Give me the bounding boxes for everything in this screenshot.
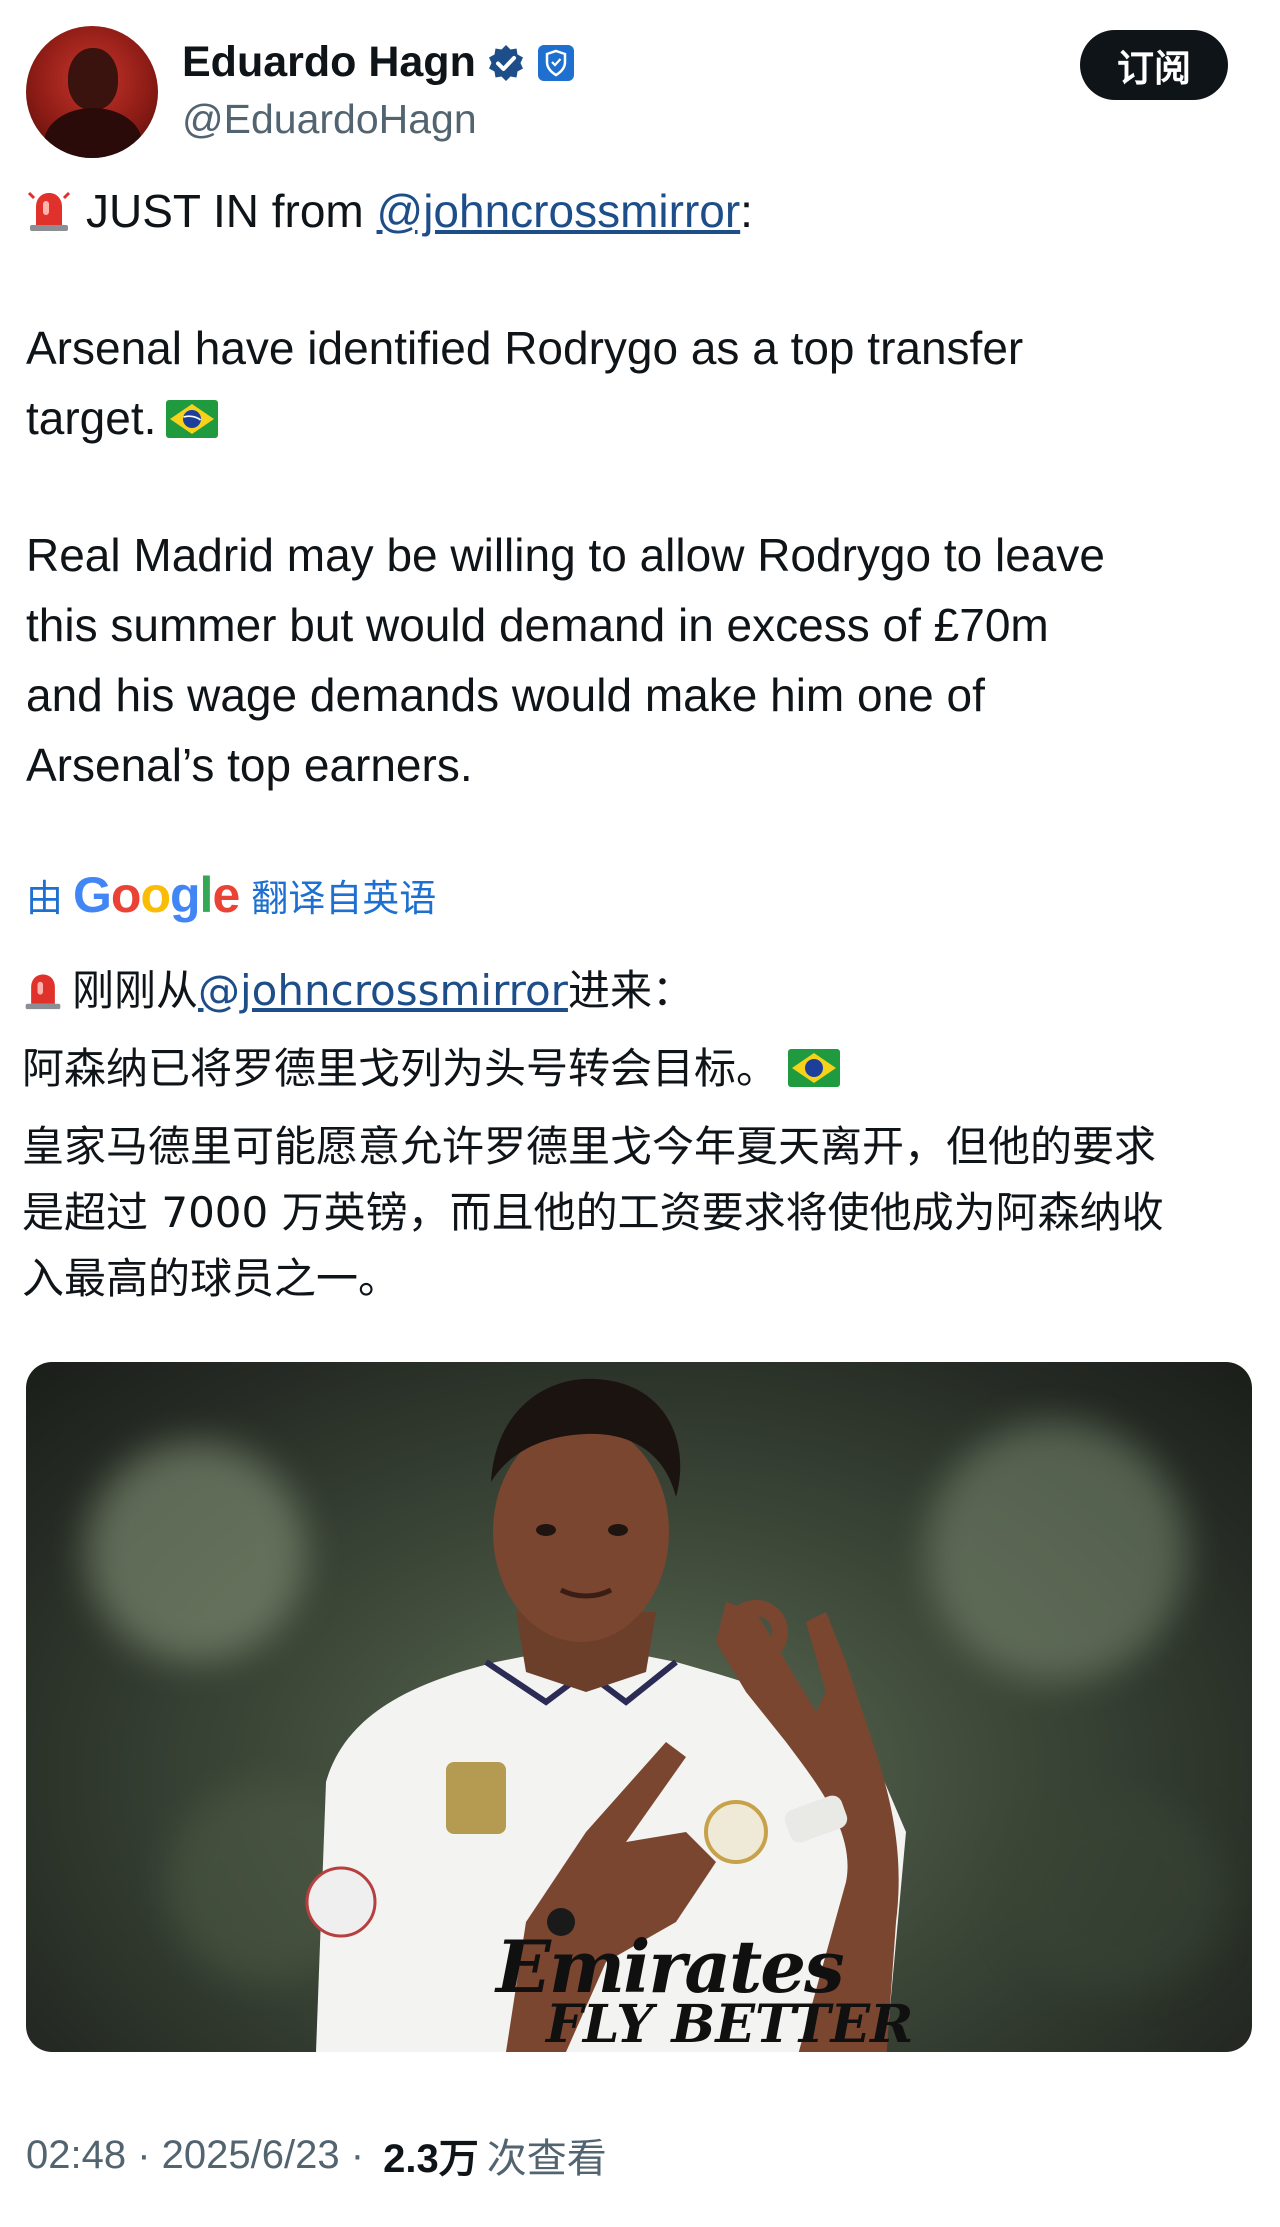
author-handle[interactable]: @EduardoHagn bbox=[182, 96, 477, 143]
translated-by-label: 由 bbox=[26, 878, 63, 919]
tweet-para3-line3: and his wage demands would make him one … bbox=[26, 669, 985, 721]
shield-badge-icon bbox=[536, 43, 576, 83]
translation-attribution[interactable]: 由 Google 翻译自英语 bbox=[26, 866, 436, 924]
tweet-para2-line1: Arsenal have identified Rodrygo as a top… bbox=[26, 322, 1024, 374]
tweet-line-1-suffix: : bbox=[740, 185, 753, 237]
siren-icon bbox=[26, 182, 72, 231]
avatar[interactable] bbox=[26, 26, 158, 158]
siren-icon bbox=[22, 964, 64, 1010]
display-name[interactable]: Eduardo Hagn bbox=[182, 38, 476, 87]
translated-from-label: 翻译自英语 bbox=[251, 878, 437, 919]
verified-badge-icon bbox=[486, 43, 526, 83]
translation-mention-link[interactable]: @johncrossmirror bbox=[198, 966, 568, 1015]
view-count: 2.3万 bbox=[383, 2137, 479, 2181]
meta-separator: · bbox=[126, 2132, 162, 2177]
subscribe-button[interactable]: 订阅 bbox=[1080, 30, 1228, 100]
shirt-sponsor-tagline: FLY BETTER bbox=[546, 1994, 914, 2052]
tweet-paragraph-3: Real Madrid may be willing to allow Rodr… bbox=[26, 520, 1246, 800]
tweet-meta: 02:48 · 2025/6/23 · 2.3万 次查看 bbox=[26, 2126, 607, 2184]
name-row: Eduardo Hagn bbox=[182, 38, 576, 87]
translation-line-1: 刚刚从@johncrossmirror进来： bbox=[22, 958, 1258, 1024]
view-count-label: 次查看 bbox=[486, 2137, 607, 2181]
mention-link[interactable]: @johncrossmirror bbox=[377, 185, 741, 237]
tweet-media-image[interactable]: Emirates FLY BETTER bbox=[26, 1362, 1252, 2052]
tweet-date[interactable]: 2025/6/23 bbox=[162, 2133, 340, 2178]
translation-line-4: 是超过 7000 万英镑，而且他的工资要求将使他成为阿森纳收 bbox=[22, 1188, 1164, 1237]
avatar-body bbox=[44, 108, 142, 158]
tweet-header: Eduardo Hagn @EduardoHagn 订阅 bbox=[0, 0, 1280, 170]
translation-line-2-wrap: 阿森纳已将罗德里戈列为头号转会目标。 bbox=[22, 1036, 1258, 1102]
translation-line-1-suffix: 进来： bbox=[567, 966, 694, 1015]
avatar-head bbox=[68, 48, 118, 110]
meta-separator: · bbox=[339, 2132, 376, 2177]
tweet-para3-line2: this summer but would demand in excess o… bbox=[26, 599, 1049, 651]
google-logo: Google bbox=[73, 867, 240, 923]
translation-line-5: 入最高的球员之一。 bbox=[22, 1254, 401, 1303]
translation-line-1-prefix: 刚刚从 bbox=[72, 966, 199, 1015]
translation-line-2: 阿森纳已将罗德里戈列为头号转会目标。 bbox=[22, 1044, 779, 1093]
brazil-flag-icon bbox=[166, 387, 219, 438]
tweet-para2-line2-wrap: target. bbox=[26, 383, 1246, 453]
translation-paragraph-3: 皇家马德里可能愿意允许罗德里戈今年夏天离开，但他的要求 是超过 7000 万英镑… bbox=[22, 1114, 1258, 1312]
tweet-para2-line2: target. bbox=[26, 392, 157, 444]
tweet-para3-line1: Real Madrid may be willing to allow Rodr… bbox=[26, 529, 1105, 581]
tweet-time[interactable]: 02:48 bbox=[26, 2133, 126, 2178]
tweet-para3-line4: Arsenal’s top earners. bbox=[26, 739, 473, 791]
tweet-paragraph-2: Arsenal have identified Rodrygo as a top… bbox=[26, 313, 1246, 453]
tweet-line-1: JUST IN from @johncrossmirror: bbox=[26, 176, 1246, 246]
translation-line-3: 皇家马德里可能愿意允许罗德里戈今年夏天离开，但他的要求 bbox=[22, 1122, 1157, 1171]
tweet-line-1-prefix: JUST IN from bbox=[86, 185, 377, 237]
brazil-flag-icon bbox=[788, 1040, 841, 1087]
